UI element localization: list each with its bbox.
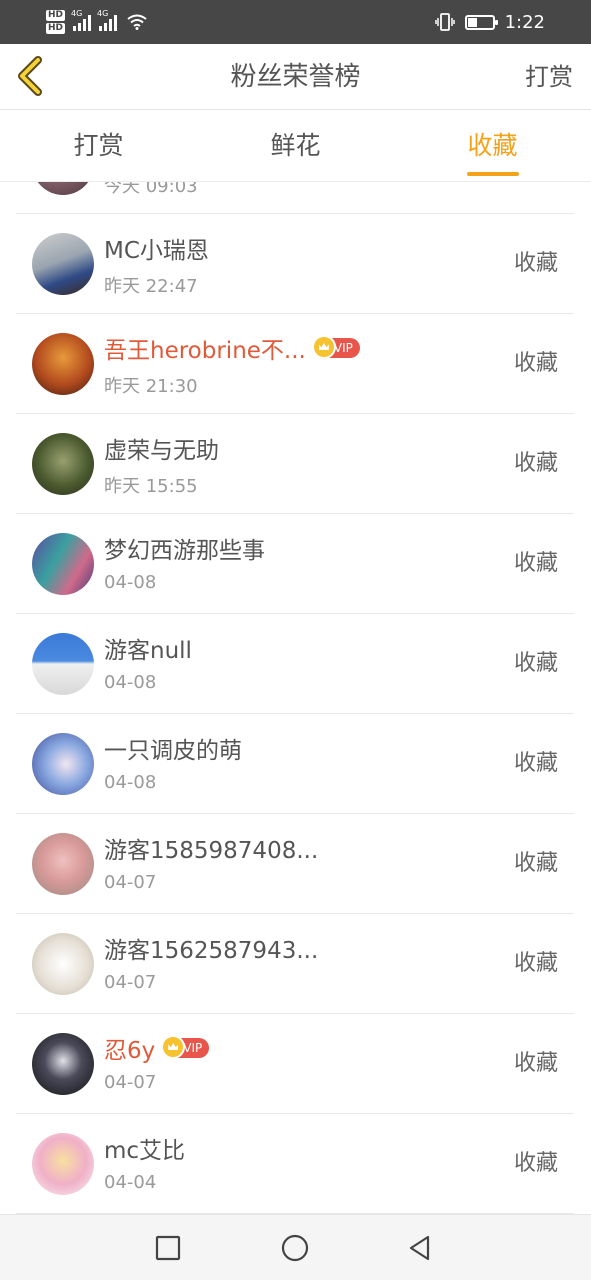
circle-icon[interactable] xyxy=(279,1232,311,1264)
list-item[interactable]: 梦幻西游那些事 04-08 收藏 xyxy=(16,514,574,614)
favorite-label: 收藏 xyxy=(513,451,558,476)
list-item-name: 游客1585987408... xyxy=(104,838,319,864)
tab-favorites[interactable]: 收藏 xyxy=(394,110,591,181)
hd-indicators: HD HD xyxy=(46,10,66,34)
avatar xyxy=(32,1033,94,1095)
network-type-2: 4G xyxy=(97,9,109,18)
list-item-name: 吾王herobrine不... VIP xyxy=(104,331,360,365)
list-item[interactable]: 游客null 04-08 收藏 xyxy=(16,614,574,714)
status-bar: HD HD 4G 4G 1:22 xyxy=(0,0,591,44)
list-item-partial[interactable]: 今天 09:03 xyxy=(16,182,574,214)
avatar xyxy=(32,182,94,195)
avatar xyxy=(32,833,94,895)
status-bar-right: 1:22 xyxy=(434,0,545,44)
list-item-time: 昨天 15:55 xyxy=(104,476,198,497)
list-item-name: 梦幻西游那些事 xyxy=(104,538,265,564)
app-header: 粉丝荣誉榜 打赏 xyxy=(0,44,591,110)
status-bar-left: HD HD 4G 4G xyxy=(46,6,147,38)
vip-badge: VIP xyxy=(311,335,360,359)
list-item-time: 04-07 xyxy=(104,972,157,993)
list-item[interactable]: 游客1585987408... 04-07 收藏 xyxy=(16,814,574,914)
clock: 1:22 xyxy=(504,11,545,33)
avatar xyxy=(32,633,94,695)
triangle-back-icon[interactable] xyxy=(404,1232,436,1264)
list-item-name: 游客null xyxy=(104,638,192,664)
list-item-name: 游客1562587943... xyxy=(104,938,319,964)
list-item-name: 忍6y VIP xyxy=(104,1031,210,1065)
favorite-label: 收藏 xyxy=(513,1151,558,1176)
list-item-time: 04-08 xyxy=(104,672,157,693)
list-item-time: 04-07 xyxy=(104,872,157,893)
list-item[interactable]: MC小瑞恩 昨天 22:47 收藏 xyxy=(16,214,574,314)
hd-badge-1: HD xyxy=(46,10,66,21)
wifi-icon xyxy=(127,14,147,30)
favorite-label: 收藏 xyxy=(513,351,558,376)
list-item-time: 04-08 xyxy=(104,572,157,593)
avatar xyxy=(32,433,94,495)
avatar xyxy=(32,1133,94,1195)
reward-button[interactable]: 打赏 xyxy=(525,44,573,110)
list-item[interactable]: 虚荣与无助 昨天 15:55 收藏 xyxy=(16,414,574,514)
signal-1-icon: 4G xyxy=(71,9,92,31)
list-item-name: 虚荣与无助 xyxy=(104,438,219,464)
list-item[interactable]: mc艾比 04-04 收藏 xyxy=(16,1114,574,1214)
list-item-time: 今天 09:03 xyxy=(104,182,198,197)
avatar xyxy=(32,533,94,595)
avatar xyxy=(32,233,94,295)
list-item-time: 昨天 21:30 xyxy=(104,376,198,397)
battery-icon xyxy=(464,14,498,30)
list-item-name: mc艾比 xyxy=(104,1138,186,1164)
crown-icon xyxy=(311,335,336,359)
avatar xyxy=(32,733,94,795)
favorite-label: 收藏 xyxy=(513,651,558,676)
page-title: 粉丝荣誉榜 xyxy=(230,62,361,92)
tab-reward[interactable]: 打赏 xyxy=(0,110,197,181)
list-item-time: 04-07 xyxy=(104,1072,157,1093)
vibrate-icon xyxy=(434,13,455,31)
list-item[interactable]: 一只调皮的萌 04-08 收藏 xyxy=(16,714,574,814)
square-icon[interactable] xyxy=(152,1232,184,1264)
avatar xyxy=(32,933,94,995)
fan-list[interactable]: 今天 09:03 MC小瑞恩 昨天 22:47 收藏 吾王herobrine不.… xyxy=(0,182,591,1214)
network-type-1: 4G xyxy=(71,9,83,18)
list-item-time: 昨天 22:47 xyxy=(104,276,198,297)
vip-badge: VIP xyxy=(161,1035,210,1059)
crown-icon xyxy=(161,1035,186,1059)
favorite-label: 收藏 xyxy=(513,551,558,576)
tab-flowers[interactable]: 鲜花 xyxy=(197,110,394,181)
hd-badge-2: HD xyxy=(46,23,66,34)
favorite-label: 收藏 xyxy=(513,251,558,276)
system-nav-bar xyxy=(0,1214,591,1280)
list-item-time: 04-08 xyxy=(104,772,157,793)
list-item-time: 04-04 xyxy=(104,1172,157,1193)
list-item[interactable]: 忍6y VIP 04-07 收藏 xyxy=(16,1014,574,1114)
signal-2-icon: 4G xyxy=(97,9,118,31)
favorite-label: 收藏 xyxy=(513,851,558,876)
favorite-label: 收藏 xyxy=(513,751,558,776)
favorite-label: 收藏 xyxy=(513,951,558,976)
tab-bar: 打赏 鲜花 收藏 xyxy=(0,110,591,182)
list-item-name: MC小瑞恩 xyxy=(104,238,209,264)
list-item[interactable]: 游客1562587943... 04-07 收藏 xyxy=(16,914,574,1014)
list-item-name: 一只调皮的萌 xyxy=(104,738,242,764)
favorite-label: 收藏 xyxy=(513,1051,558,1076)
list-item[interactable]: 吾王herobrine不... VIP 昨天 21:30 收藏 xyxy=(16,314,574,414)
avatar xyxy=(32,333,94,395)
